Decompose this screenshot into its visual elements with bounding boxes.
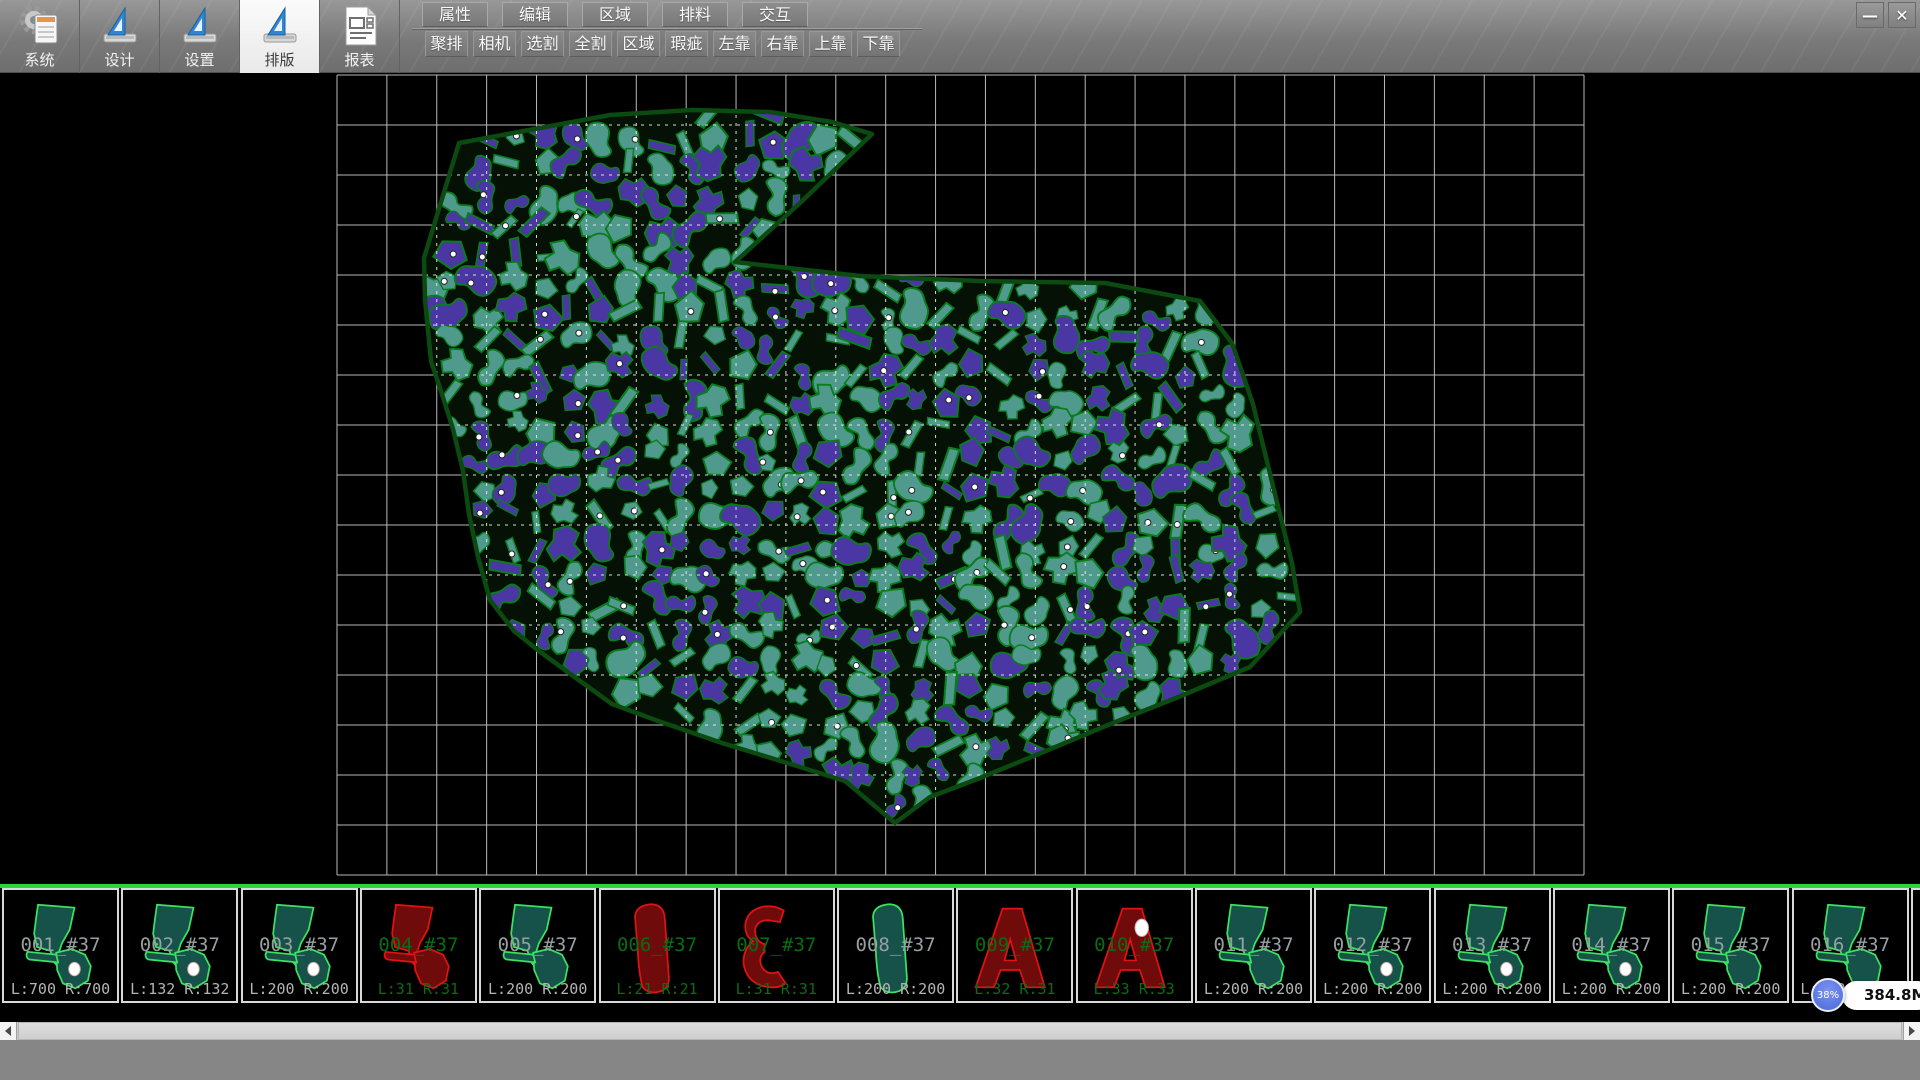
- piece-lr-count: L:31 R:31: [362, 980, 475, 998]
- piece-lr-count: L:200 R:200: [1316, 980, 1429, 998]
- action-button-1[interactable]: 聚排: [425, 31, 468, 57]
- piece-label: 002_#37: [123, 934, 236, 956]
- settings-ruler-icon: [178, 4, 222, 48]
- piece-label: 008_#37: [839, 934, 952, 956]
- filmstrip-item-3[interactable]: 003_#37 L:200 R:200: [241, 888, 358, 1003]
- filmstrip-item-9[interactable]: 009_#37 L:32 R:31: [956, 888, 1073, 1003]
- main-button-1[interactable]: 系统: [0, 0, 80, 73]
- action-button-3[interactable]: 选割: [521, 31, 564, 57]
- action-button-10[interactable]: 下靠: [857, 31, 900, 57]
- menu-tab-1[interactable]: 属性: [422, 2, 488, 27]
- action-button-4[interactable]: 全割: [569, 31, 612, 57]
- main-button-4[interactable]: 排版: [240, 0, 320, 73]
- menu-tab-4[interactable]: 排料: [662, 2, 728, 27]
- filmstrip-item-5[interactable]: 005_#37 L:200 R:200: [479, 888, 596, 1003]
- bottom-status-strip: [0, 1040, 1920, 1080]
- main-button-label: 设计: [104, 49, 134, 70]
- piece-lr-count: L:21 R:21: [601, 980, 714, 998]
- close-button[interactable]: ✕: [1888, 2, 1916, 28]
- piece-label: 011_#37: [1197, 934, 1310, 956]
- hide-nesting-view[interactable]: [0, 73, 1920, 884]
- action-button-9[interactable]: 上靠: [809, 31, 852, 57]
- layout-ruler-icon: [258, 4, 302, 48]
- piece-lr-count: L:200 R:200: [243, 980, 356, 998]
- piece-lr-count: L:32 R:31: [958, 980, 1071, 998]
- filmstrip-item-7[interactable]: 007_#37 L:31 R:31: [718, 888, 835, 1003]
- piece-lr-count: L:33 R:33: [1078, 980, 1191, 998]
- nesting-canvas[interactable]: [0, 73, 1920, 884]
- main-button-group: 系统 设计 设置 排版 报表: [0, 0, 400, 73]
- design-ruler-icon: [98, 4, 142, 48]
- menu-tab-5[interactable]: 交互: [742, 2, 808, 27]
- system-gear-icon: [18, 4, 62, 48]
- piece-label: 007_#37: [720, 934, 833, 956]
- scroll-right-button[interactable]: [1903, 1022, 1920, 1040]
- piece-label: 010_#37: [1078, 934, 1191, 956]
- piece-label: 017_#37: [1913, 934, 1920, 956]
- main-button-label: 系统: [24, 49, 54, 70]
- piece-label: 003_#37: [243, 934, 356, 956]
- filmstrip-item-1[interactable]: 001_#37 L:700 R:700: [2, 888, 119, 1003]
- report-doc-icon: [338, 4, 382, 48]
- action-button-5[interactable]: 区域: [617, 31, 660, 57]
- piece-lr-count: L:132 R:132: [123, 980, 236, 998]
- piece-lr-count: L:200 R:200: [481, 980, 594, 998]
- filmstrip-item-2[interactable]: 002_#37 L:132 R:132: [121, 888, 238, 1003]
- piece-label: 015_#37: [1674, 934, 1787, 956]
- main-button-label: 排版: [264, 49, 294, 70]
- pattern-filmstrip: 001_#37 L:700 R:700 002_#37 L:132 R:132 003_…: [0, 888, 1920, 1003]
- action-button-8[interactable]: 右靠: [761, 31, 804, 57]
- menu-tab-row: 属性编辑区域排料交互: [422, 2, 808, 27]
- piece-lr-count: L:200 R:200: [1436, 980, 1549, 998]
- piece-label: 006_#37: [601, 934, 714, 956]
- menu-tab-3[interactable]: 区域: [582, 2, 648, 27]
- piece-lr-count: L:700 R:700: [4, 980, 117, 998]
- minimize-button[interactable]: —: [1856, 2, 1884, 28]
- scroll-left-button[interactable]: [0, 1022, 17, 1040]
- left-arrow-icon: [5, 1026, 11, 1036]
- filmstrip-item-4[interactable]: 004_#37 L:31 R:31: [360, 888, 477, 1003]
- filmstrip-item-15[interactable]: 015_#37 L:200 R:200: [1672, 888, 1789, 1003]
- action-button-row: 聚排相机选割全割区域瑕疵左靠右靠上靠下靠: [425, 31, 900, 57]
- toolbar: 系统设计设置排版报表 属性编辑区域排料交互 聚排相机选割全割区域瑕疵左靠右靠上靠…: [0, 0, 1920, 73]
- filmstrip-item-6[interactable]: 006_#37 L:21 R:21: [599, 888, 716, 1003]
- filmstrip-item-13[interactable]: 013_#37 L:200 R:200: [1434, 888, 1551, 1003]
- right-arrow-icon: [1909, 1026, 1915, 1036]
- progress-badge: 38%: [1811, 978, 1845, 1012]
- piece-lr-count: L:200 R:200: [839, 980, 952, 998]
- piece-lr-count: L:200 R:200: [1674, 980, 1787, 998]
- piece-label: 004_#37: [362, 934, 475, 956]
- piece-lr-count: L:31 R:31: [720, 980, 833, 998]
- main-button-label: 设置: [184, 49, 214, 70]
- action-button-7[interactable]: 左靠: [713, 31, 756, 57]
- action-button-2[interactable]: 相机: [473, 31, 516, 57]
- nested-pieces: [406, 97, 1300, 823]
- scrollbar-thumb[interactable]: [18, 1022, 1902, 1040]
- horizontal-scrollbar[interactable]: [0, 1022, 1920, 1040]
- window-controls: — ✕: [1856, 2, 1916, 28]
- piece-label: 014_#37: [1555, 934, 1668, 956]
- main-button-5[interactable]: 报表: [320, 0, 400, 73]
- main-button-2[interactable]: 设计: [80, 0, 160, 73]
- menu-tab-2[interactable]: 编辑: [502, 2, 568, 27]
- piece-label: 012_#37: [1316, 934, 1429, 956]
- memory-badge: 384.8M: [1842, 981, 1920, 1010]
- filmstrip-item-10[interactable]: 010_#37 L:33 R:33: [1076, 888, 1193, 1003]
- piece-label: 005_#37: [481, 934, 594, 956]
- filmstrip-item-11[interactable]: 011_#37 L:200 R:200: [1195, 888, 1312, 1003]
- filmstrip-item-14[interactable]: 014_#37 L:200 R:200: [1553, 888, 1670, 1003]
- piece-lr-count: L:200 R:200: [1555, 980, 1668, 998]
- piece-label: 013_#37: [1436, 934, 1549, 956]
- app-window: 系统设计设置排版报表 属性编辑区域排料交互 聚排相机选割全割区域瑕疵左靠右靠上靠…: [0, 0, 1920, 1080]
- piece-lr-count: L:200 R:200: [1197, 980, 1310, 998]
- piece-label: 009_#37: [958, 934, 1071, 956]
- main-button-label: 报表: [344, 49, 374, 70]
- action-button-6[interactable]: 瑕疵: [665, 31, 708, 57]
- piece-label: 001_#37: [4, 934, 117, 956]
- toolbar-divider: [412, 28, 922, 29]
- filmstrip-item-12[interactable]: 012_#37 L:200 R:200: [1314, 888, 1431, 1003]
- filmstrip-item-8[interactable]: 008_#37 L:200 R:200: [837, 888, 954, 1003]
- piece-label: 016_#37: [1794, 934, 1907, 956]
- main-button-3[interactable]: 设置: [160, 0, 240, 73]
